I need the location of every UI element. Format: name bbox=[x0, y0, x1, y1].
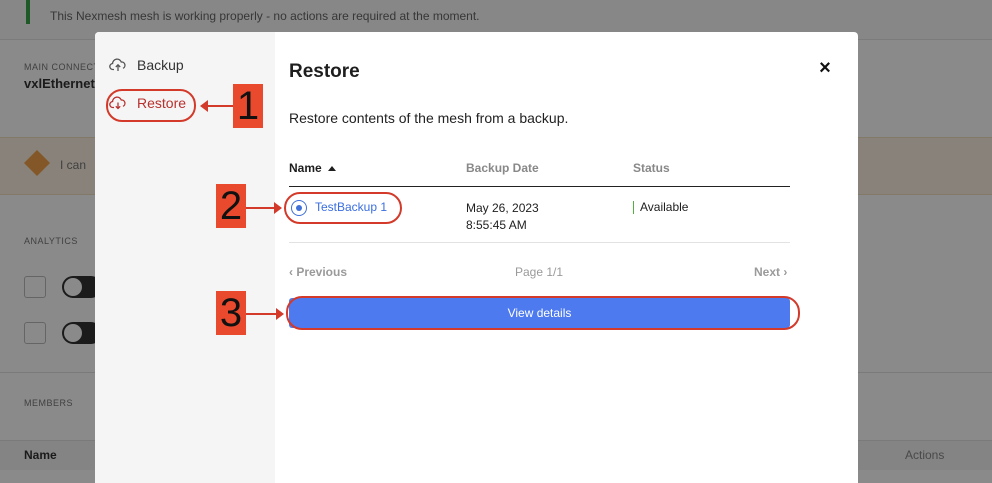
column-header-backup-date: Backup Date bbox=[466, 161, 539, 175]
status-indicator-bar bbox=[633, 201, 634, 214]
annotation-highlight-3 bbox=[286, 296, 800, 330]
annotation-number-1: 1 bbox=[233, 84, 263, 128]
sort-ascending-icon bbox=[327, 165, 336, 171]
annotation-highlight-2 bbox=[284, 192, 402, 224]
pagination-next[interactable]: Next › bbox=[754, 265, 787, 279]
modal-description: Restore contents of the mesh from a back… bbox=[289, 110, 569, 126]
backup-date: May 26, 2023 bbox=[466, 201, 539, 215]
sidebar-item-backup[interactable]: Backup bbox=[109, 57, 184, 73]
annotation-arrow-3 bbox=[246, 308, 284, 320]
table-header-divider bbox=[289, 186, 790, 187]
annotation-number-2: 2 bbox=[216, 184, 246, 228]
annotation-highlight-1 bbox=[106, 89, 196, 122]
annotation-number-3: 3 bbox=[216, 291, 246, 335]
annotation-arrow-2 bbox=[246, 202, 282, 214]
column-header-label: Name bbox=[289, 161, 322, 175]
backup-time: 8:55:45 AM bbox=[466, 218, 527, 232]
backup-status: Available bbox=[640, 200, 689, 214]
backup-date-cell: May 26, 2023 8:55:45 AM bbox=[466, 200, 539, 234]
modal-title: Restore bbox=[289, 61, 360, 82]
pagination-page-indicator: Page 1/1 bbox=[515, 265, 564, 279]
sidebar-item-label: Backup bbox=[137, 57, 184, 73]
table-row-divider bbox=[289, 242, 790, 243]
column-header-name[interactable]: Name bbox=[289, 161, 336, 175]
close-icon[interactable]: × bbox=[817, 58, 833, 78]
annotation-arrow-1 bbox=[200, 100, 233, 112]
cloud-upload-icon bbox=[109, 58, 126, 71]
modal-content: Restore × Restore contents of the mesh f… bbox=[275, 32, 858, 483]
pagination-previous[interactable]: ‹ Previous bbox=[289, 265, 347, 279]
restore-modal: Backup Restore Restore × Restore content… bbox=[95, 32, 858, 483]
column-header-status: Status bbox=[633, 161, 670, 175]
